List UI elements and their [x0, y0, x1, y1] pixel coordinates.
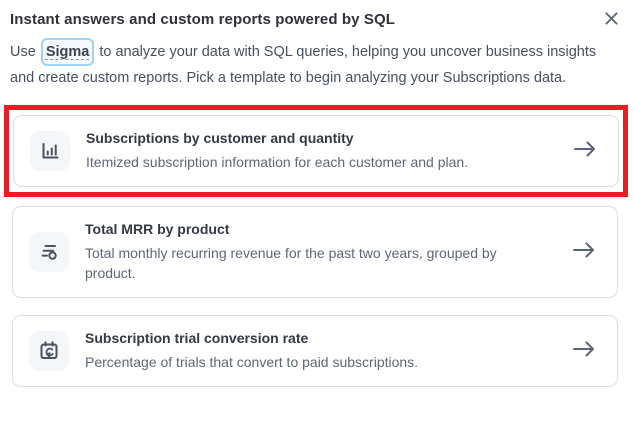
template-card-trial-conversion[interactable]: Subscription trial conversion rate Perce…: [12, 315, 618, 387]
card-description: Percentage of trials that convert to pai…: [85, 352, 505, 372]
annotation-highlight-box: Subscriptions by customer and quantity I…: [4, 105, 628, 197]
card-icon-container: [30, 131, 70, 171]
close-icon: [605, 12, 618, 25]
arrow-right-icon: [572, 139, 598, 159]
card-description: Itemized subscription information for ea…: [86, 152, 506, 172]
card-text: Subscription trial conversion rate Perce…: [85, 330, 547, 372]
card-arrow[interactable]: [571, 240, 599, 265]
sigma-term-tooltip[interactable]: Sigma: [41, 38, 95, 66]
modal-header: Instant answers and custom reports power…: [10, 8, 622, 30]
card-description: Total monthly recurring revenue for the …: [85, 243, 505, 283]
bar-chart-icon: [38, 139, 62, 163]
card-text: Total MRR by product Total monthly recur…: [85, 221, 547, 283]
template-card-subscriptions-by-customer[interactable]: Subscriptions by customer and quantity I…: [13, 115, 619, 187]
calendar-sync-icon: [37, 339, 61, 363]
close-button[interactable]: [601, 10, 622, 30]
modal-description: Use Sigma to analyze your data with SQL …: [10, 38, 610, 90]
arrow-right-icon: [571, 240, 597, 260]
grouped-list-icon: [37, 240, 61, 264]
card-title: Subscriptions by customer and quantity: [86, 130, 548, 146]
card-text: Subscriptions by customer and quantity I…: [86, 130, 548, 172]
card-icon-container: [29, 331, 69, 371]
description-text-after: to analyze your data with SQL queries, h…: [10, 44, 596, 86]
card-arrow[interactable]: [572, 139, 600, 164]
card-icon-container: [29, 232, 69, 272]
sigma-templates-modal: Instant answers and custom reports power…: [0, 0, 634, 438]
card-arrow[interactable]: [571, 339, 599, 364]
arrow-right-icon: [571, 339, 597, 359]
template-card-total-mrr[interactable]: Total MRR by product Total monthly recur…: [12, 206, 618, 298]
card-title: Subscription trial conversion rate: [85, 330, 547, 346]
card-title: Total MRR by product: [85, 221, 547, 237]
modal-title: Instant answers and custom reports power…: [10, 8, 395, 28]
description-text-before: Use: [10, 44, 40, 60]
